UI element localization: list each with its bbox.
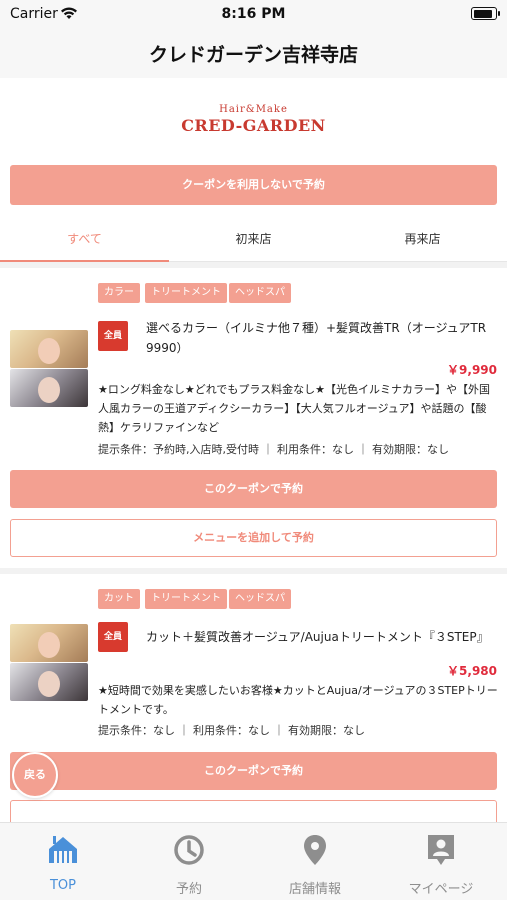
clock-time: 8:16 PM <box>221 6 286 22</box>
coupon-photo <box>10 330 88 368</box>
target-badge: 全員 <box>98 321 128 351</box>
clock-icon <box>174 835 204 865</box>
tab-bar-label: マイページ <box>408 882 474 897</box>
coupon-tag: トリートメント <box>145 283 227 303</box>
logo-subtitle: Hair&Make <box>219 104 288 115</box>
coupon-name: カット＋髪質改善オージュア/Aujuaトリートメント『３STEP』 <box>146 630 489 644</box>
section-divider <box>0 568 507 574</box>
coupon-photo <box>10 369 88 407</box>
section-divider <box>0 262 507 268</box>
map-pin-icon <box>304 835 326 865</box>
reserve-with-coupon-button[interactable]: このクーポンで予約 <box>10 752 497 790</box>
tab-bar-label: TOP <box>49 878 76 893</box>
coupon-tag: ヘッドスパ <box>229 589 291 609</box>
logo-name: CRED-GARDEN <box>181 116 326 135</box>
salon-logo: Hair&Make CRED-GARDEN <box>0 104 507 135</box>
coupon-filter-tabs: すべて 初来店 再来店 <box>0 218 507 262</box>
coupon-tag: ヘッドスパ <box>229 283 291 303</box>
page-title: クレドガーデン吉祥寺店 <box>148 44 358 66</box>
coupon-tag: トリートメント <box>145 589 227 609</box>
coupon-conditions: 提示条件：予約時,入店時,受付時 ｜ 利用条件：なし ｜ 有効期限：なし <box>98 443 449 456</box>
status-bar: Carrier 8:16 PM <box>0 0 507 30</box>
tab-return-visit[interactable]: 再来店 <box>338 230 507 247</box>
coupon-price: ￥9,990 <box>447 363 497 377</box>
tab-bar-item-store-info[interactable]: 店舗情報 <box>252 823 378 900</box>
person-card-icon <box>428 835 454 865</box>
coupon-price: ￥5,980 <box>447 664 497 678</box>
bottom-tab-bar: TOP 予約 店舗情報 マイページ <box>0 822 507 900</box>
navigation-bar: クレドガーデン吉祥寺店 <box>0 30 507 78</box>
tab-bar-label: 予約 <box>175 882 202 897</box>
tab-bar-item-top[interactable]: TOP <box>0 823 126 900</box>
tab-bar-item-mypage[interactable]: マイページ <box>378 823 504 900</box>
battery-icon <box>471 7 500 20</box>
coupon-conditions: 提示条件：なし ｜ 利用条件：なし ｜ 有効期限：なし <box>98 724 365 737</box>
coupon-photo <box>10 663 88 701</box>
tab-all[interactable]: すべて <box>0 230 169 247</box>
coupon-name: 選べるカラー（イルミナ他７種）+髪質改善TR（オージュアTR 9990） <box>146 321 487 355</box>
reserve-without-coupon-button[interactable]: クーポンを利用しないで予約 <box>10 165 497 205</box>
coupon-tag: カット <box>98 589 140 609</box>
coupon-description: ★短時間で効果を実感したいお客様★カットとAujua/オージュアの３STEPトリ… <box>98 684 498 716</box>
back-button[interactable]: 戻る <box>12 752 58 798</box>
home-icon <box>49 836 77 863</box>
reserve-with-coupon-button[interactable]: このクーポンで予約 <box>10 470 497 508</box>
tab-first-visit[interactable]: 初来店 <box>169 230 338 247</box>
coupon-description: ★ロング料金なし★どれでもプラス料金なし★【光色イルミナカラー】や【外国人風カラ… <box>98 383 491 434</box>
tab-bar-item-reserve[interactable]: 予約 <box>126 823 252 900</box>
target-badge: 全員 <box>98 622 128 652</box>
coupon-tag: カラー <box>98 283 140 303</box>
coupon-photo <box>10 624 88 662</box>
add-menu-reserve-button[interactable]: メニューを追加して予約 <box>10 519 497 557</box>
tab-bar-label: 店舗情報 <box>288 882 341 897</box>
